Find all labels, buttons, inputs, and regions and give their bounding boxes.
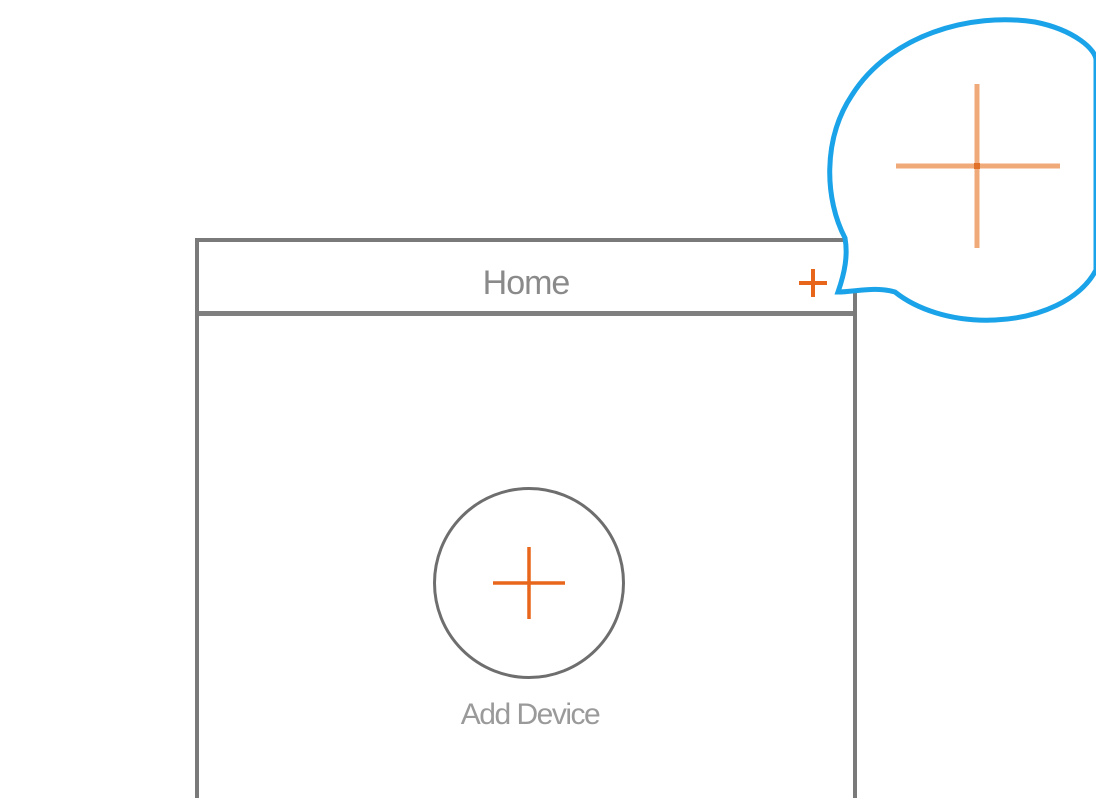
add-device-button[interactable]: Add Device	[433, 487, 627, 737]
plus-icon	[799, 269, 827, 297]
plus-icon	[896, 84, 1060, 248]
add-device-label: Add Device	[460, 698, 601, 731]
add-button[interactable]	[797, 267, 829, 299]
nav-bar: Home	[199, 242, 853, 316]
callout-bubble	[827, 17, 1096, 323]
plus-icon	[493, 547, 565, 619]
page-title: Home	[482, 264, 571, 302]
add-device-circle[interactable]	[433, 487, 625, 679]
phone-frame: Home Add Device	[195, 238, 857, 798]
